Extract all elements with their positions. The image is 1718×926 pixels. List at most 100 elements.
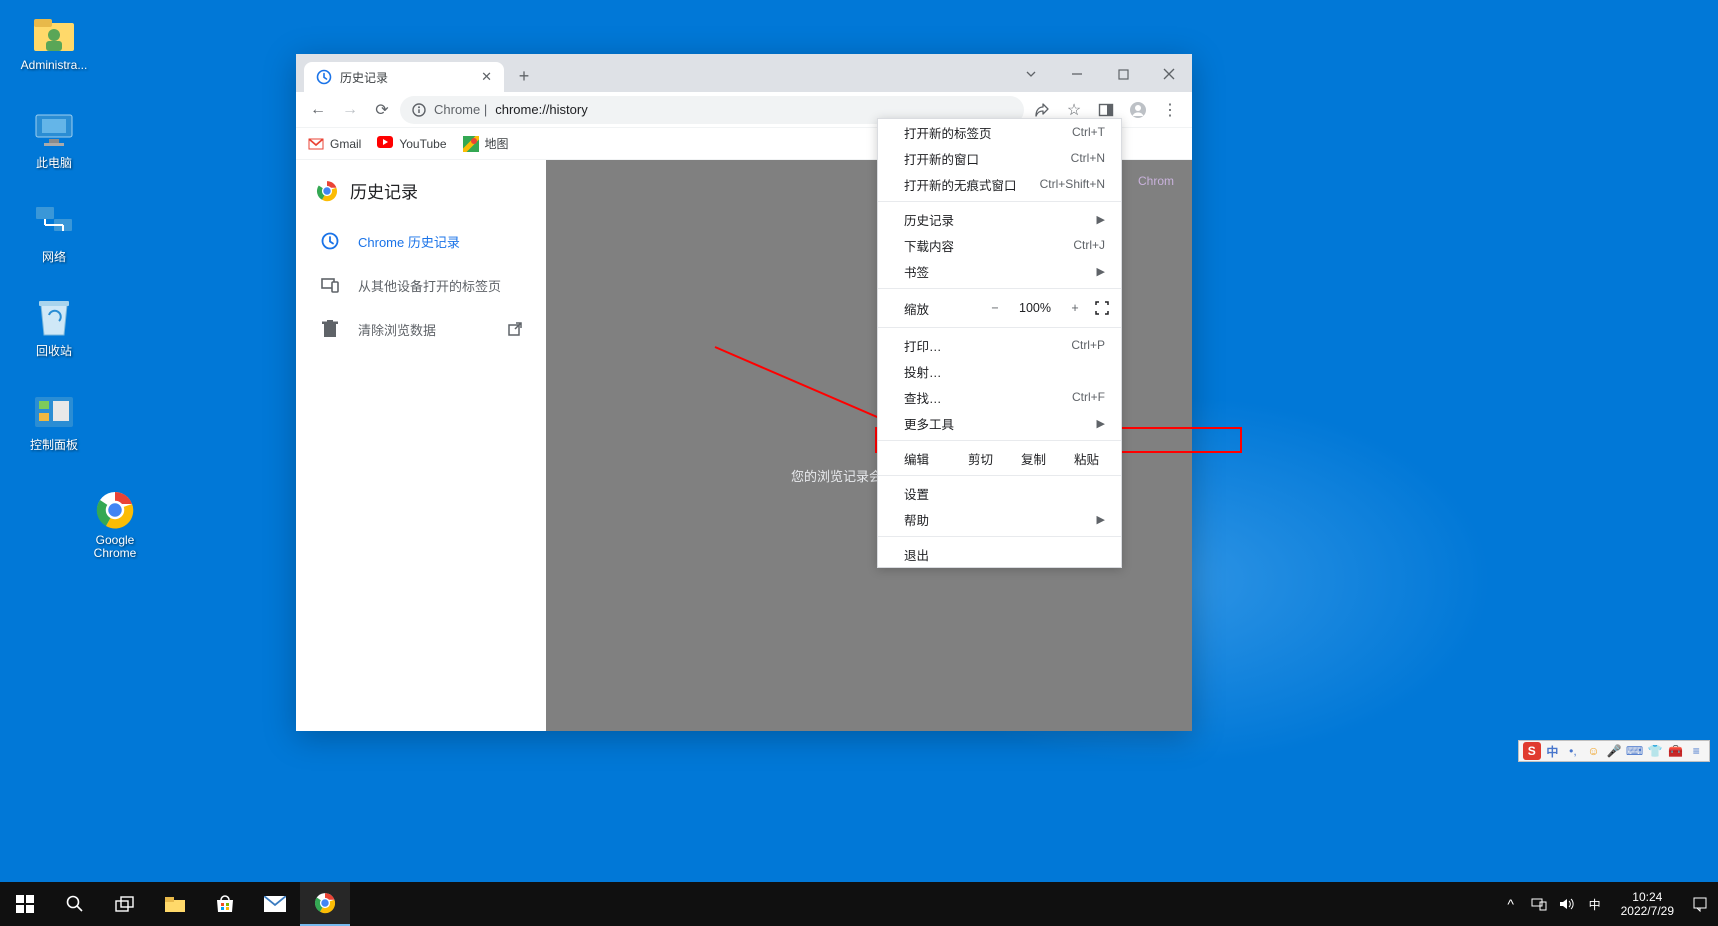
tray-clock[interactable]: 10:24 2022/7/29 [1611,890,1684,918]
menu-incognito[interactable]: 打开新的无痕式窗口Ctrl+Shift+N [878,171,1121,197]
forward-button[interactable]: → [336,96,364,124]
tray-volume-icon[interactable] [1555,897,1579,911]
close-icon[interactable]: ✕ [481,69,492,85]
maximize-button[interactable] [1100,56,1146,92]
cut-button[interactable]: 剪切 [956,447,1005,470]
menu-separator [878,327,1121,328]
gmail-icon [308,136,324,152]
start-button[interactable] [0,882,50,926]
chevron-right-icon: ▶ [1097,417,1105,430]
desktop-icon-recycle[interactable]: 回收站 [16,296,92,359]
user-folder-icon [30,12,78,56]
desktop-icon-admin[interactable]: Administra... [16,12,92,72]
sidebar-item-label: 清除浏览数据 [358,320,436,339]
sidebar-item-clear-data[interactable]: 清除浏览数据 [296,307,546,351]
sogou-icon[interactable]: S [1523,742,1541,760]
profile-icon[interactable] [1124,96,1152,124]
edit-label: 编辑 [904,449,952,468]
devices-icon [320,275,340,295]
drop-button[interactable] [1008,56,1054,92]
ime-toolbox-icon[interactable]: 🧰 [1667,742,1685,760]
menu-help[interactable]: 帮助▶ [878,506,1121,532]
ime-lang-label[interactable]: 中 [1544,742,1562,760]
search-button[interactable] [50,882,100,926]
url-prefix: Chrome | [434,102,487,117]
network-icon [30,202,78,246]
taskbar-mail[interactable] [250,882,300,926]
bookmark-youtube[interactable]: YouTube [377,136,446,152]
chevron-right-icon: ▶ [1097,265,1105,278]
zoom-in-button[interactable]: + [1063,296,1087,320]
ime-settings-icon[interactable]: ≡ [1688,742,1706,760]
ime-skin-icon[interactable]: 👕 [1646,742,1664,760]
desktop-icon-chrome[interactable]: Google Chrome [77,488,153,560]
trash-icon [320,319,340,339]
monitor-icon [30,108,78,152]
tray-notifications-icon[interactable] [1688,896,1712,912]
ime-punct-icon[interactable]: •, [1564,742,1582,760]
ime-keyboard-icon[interactable]: ⌨ [1626,742,1644,760]
menu-exit[interactable]: 退出 [878,541,1121,567]
taskbar-explorer[interactable] [150,882,200,926]
paste-button[interactable]: 粘贴 [1062,447,1111,470]
tab-title: 历史记录 [340,69,473,86]
menu-find[interactable]: 查找…Ctrl+F [878,384,1121,410]
reload-button[interactable]: ⟳ [368,96,396,124]
tray-network-icon[interactable] [1527,897,1551,911]
chevron-right-icon: ▶ [1097,213,1105,226]
menu-downloads[interactable]: 下载内容Ctrl+J [878,232,1121,258]
minimize-button[interactable] [1054,56,1100,92]
clock-date: 2022/7/29 [1621,904,1674,918]
ime-emoji-icon[interactable]: ☺ [1585,742,1603,760]
browser-tab[interactable]: 历史记录 ✕ [304,62,504,92]
menu-print[interactable]: 打印…Ctrl+P [878,332,1121,358]
search-placeholder-ghost: Chrom [1138,174,1174,188]
menu-new-tab[interactable]: 打开新的标签页Ctrl+T [878,119,1121,145]
taskbar-store[interactable] [200,882,250,926]
menu-history[interactable]: 历史记录▶ [878,206,1121,232]
sidebar-item-other-devices[interactable]: 从其他设备打开的标签页 [296,263,546,307]
icon-label: Google Chrome [77,534,153,560]
tray-ime-label[interactable]: 中 [1583,896,1607,913]
url-text: chrome://history [495,102,1012,117]
menu-edit: 编辑 剪切 复制 粘贴 [878,445,1121,471]
history-header: 历史记录 [296,160,546,219]
desktop-icon-network[interactable]: 网络 [16,202,92,265]
copy-button[interactable]: 复制 [1009,447,1058,470]
menu-cast[interactable]: 投射… [878,358,1121,384]
tray-chevron-icon[interactable]: ^ [1499,896,1523,912]
window-controls [1008,56,1192,92]
external-link-icon [508,322,522,336]
bookmark-label: YouTube [399,137,446,151]
icon-label: 此电脑 [16,154,92,171]
menu-separator [878,440,1121,441]
back-button[interactable]: ← [304,96,332,124]
menu-bookmarks[interactable]: 书签▶ [878,258,1121,284]
desktop-icon-this-pc[interactable]: 此电脑 [16,108,92,171]
new-tab-button[interactable]: + [510,62,538,90]
icon-label: 回收站 [16,342,92,359]
taskbar-chrome[interactable] [300,882,350,926]
close-window-button[interactable] [1146,56,1192,92]
sidebar-item-label: 从其他设备打开的标签页 [358,276,501,295]
menu-separator [878,201,1121,202]
task-view-button[interactable] [100,882,150,926]
menu-separator [878,475,1121,476]
menu-more-tools[interactable]: 更多工具▶ [878,410,1121,436]
bookmark-gmail[interactable]: Gmail [308,136,361,152]
fullscreen-icon[interactable] [1095,301,1109,315]
ime-toolbar[interactable]: S 中 •, ☺ 🎤 ⌨ 👕 🧰 ≡ [1518,740,1710,762]
kebab-menu-button[interactable]: ⋮ [1156,96,1184,124]
chevron-right-icon: ▶ [1097,513,1105,526]
menu-settings[interactable]: 设置 [878,480,1121,506]
chrome-logo-icon [316,180,338,202]
ime-mic-icon[interactable]: 🎤 [1605,742,1623,760]
chrome-main-menu: 打开新的标签页Ctrl+T 打开新的窗口Ctrl+N 打开新的无痕式窗口Ctrl… [877,118,1122,568]
site-info-icon[interactable] [412,103,426,117]
sidebar-item-chrome-history[interactable]: Chrome 历史记录 [296,219,546,263]
menu-new-window[interactable]: 打开新的窗口Ctrl+N [878,145,1121,171]
bookmark-maps[interactable]: 地图 [463,135,509,152]
history-icon [316,69,332,85]
desktop-icon-control-panel[interactable]: 控制面板 [16,390,92,453]
zoom-out-button[interactable]: − [983,296,1007,320]
